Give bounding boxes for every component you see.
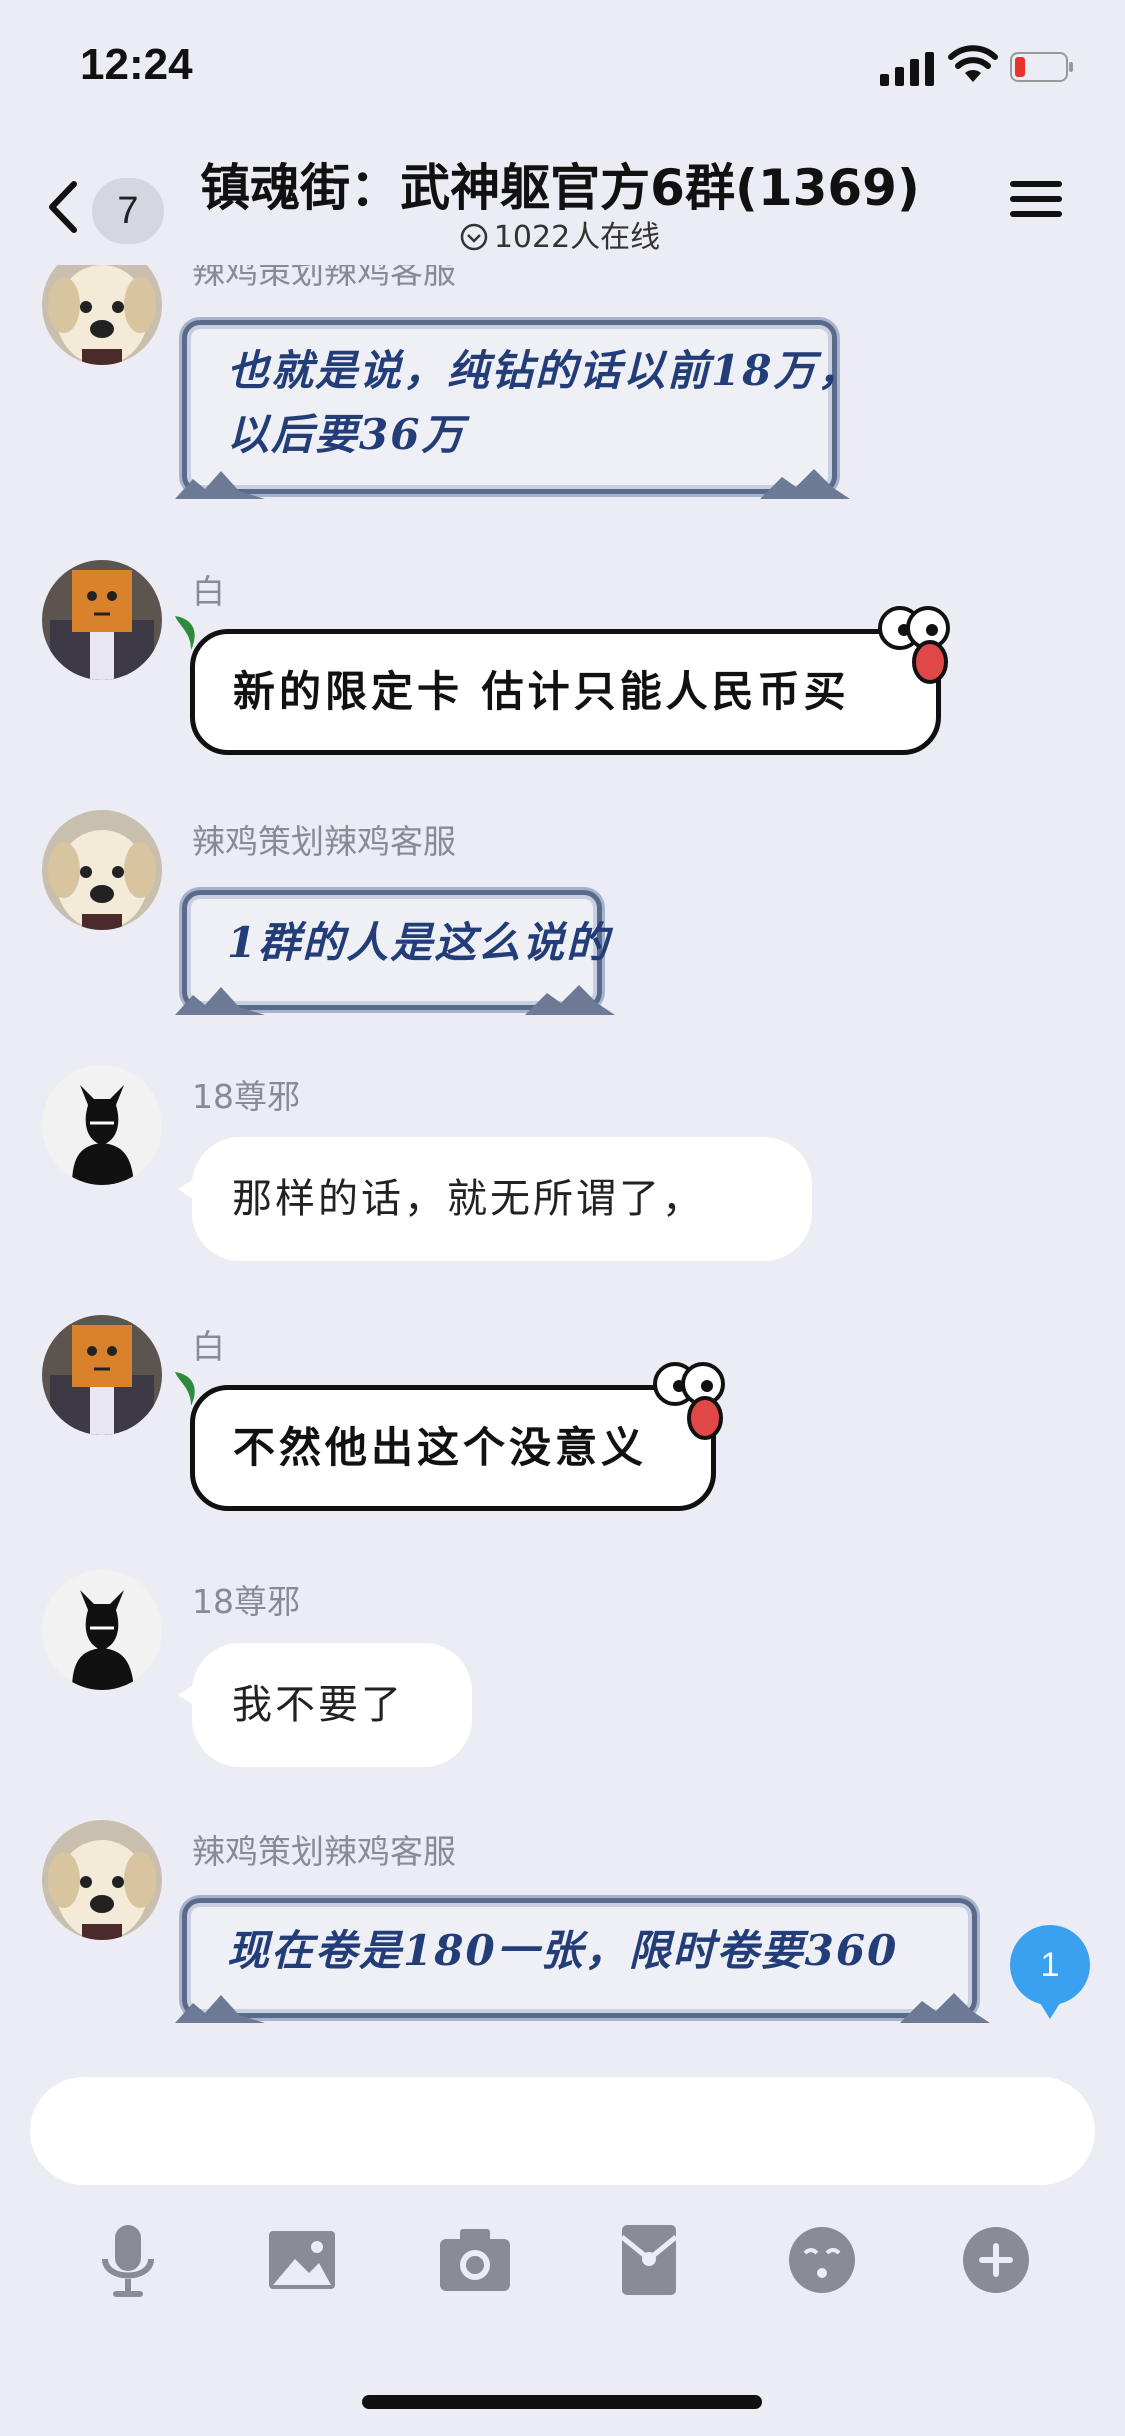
sender-name: 白: [192, 572, 225, 611]
microphone-icon[interactable]: [83, 2215, 173, 2305]
message-text: 那样的话，就无所谓了，: [232, 1176, 705, 1222]
avatar-box-head[interactable]: [42, 560, 162, 680]
wifi-icon: [948, 45, 998, 82]
message-text-line: 也就是说，纯钻的话以前18万，: [227, 346, 862, 395]
sender-name: 18尊邪: [192, 1077, 300, 1116]
sender-name: 辣鸡策划辣鸡客服: [192, 822, 456, 861]
avatar-shadow[interactable]: [42, 1570, 162, 1690]
chat-header: 7 镇魂街：武神躯官方6群(1369) 1022人在线: [0, 140, 1125, 265]
sender-name: 白: [192, 1327, 225, 1366]
shadow-avatar-image: [42, 1570, 162, 1690]
menu-icon-bar: [1010, 211, 1062, 217]
message-text: 不然他出这个没意义: [233, 1423, 648, 1472]
online-count: 1022人在线: [493, 220, 661, 255]
menu-icon-bar: [1010, 181, 1062, 187]
mountain-decoration-icon: [175, 471, 265, 499]
composer: [0, 2055, 1125, 2436]
mountain-decoration-icon: [525, 985, 615, 1015]
message-text: 我不要了: [232, 1682, 404, 1728]
home-indicator[interactable]: [362, 2395, 762, 2409]
avatar-dog[interactable]: [42, 265, 162, 365]
message-bubble[interactable]: 现在卷是180一张，限时卷要360: [175, 1898, 990, 2023]
message-bubble[interactable]: 我不要了: [178, 1643, 472, 1767]
avatar-shadow[interactable]: [42, 1065, 162, 1185]
sender-name: 18尊邪: [192, 1582, 300, 1621]
message-text-line: 以后要36万: [227, 410, 466, 459]
sender-name: 辣鸡策划辣鸡客服: [192, 1832, 456, 1871]
composer-toolbar: [0, 2215, 1125, 2325]
mountain-decoration-icon: [760, 469, 850, 499]
battery-low-icon: [1010, 52, 1073, 82]
avatar-dog[interactable]: [42, 810, 162, 930]
sender-name: 辣鸡策划辣鸡客服: [192, 265, 456, 291]
status-bar: 12:24: [0, 0, 1125, 140]
image-icon[interactable]: [257, 2215, 347, 2305]
message-bubble[interactable]: 不然他出这个没意义: [175, 1362, 725, 1511]
dog-avatar-image: [42, 810, 162, 930]
avatar-dog[interactable]: [42, 1820, 162, 1940]
googly-eyes-decoration-icon: [878, 606, 950, 684]
camera-icon[interactable]: [430, 2215, 520, 2305]
emoji-icon[interactable]: [777, 2215, 867, 2305]
mountain-decoration-icon: [175, 987, 265, 1015]
googly-eyes-decoration-icon: [653, 1362, 725, 1440]
message-bubble[interactable]: 1群的人是这么说的: [175, 890, 615, 1015]
shadow-avatar-image: [42, 1065, 162, 1185]
chat-title[interactable]: 镇魂街：武神躯官方6群(1369): [180, 148, 940, 220]
message-text-line: 1群的人是这么说的: [227, 918, 611, 967]
dog-avatar-image: [42, 265, 162, 365]
new-message-badge[interactable]: 1: [1010, 1925, 1090, 2019]
cellular-signal-icon: [880, 52, 934, 86]
online-status[interactable]: 1022人在线: [180, 212, 940, 256]
message-bubble[interactable]: 那样的话，就无所谓了，: [178, 1137, 812, 1261]
message-bubble[interactable]: 也就是说，纯钻的话以前18万， 以后要36万: [175, 320, 862, 499]
message-text-line: 现在卷是180一张，限时卷要360: [227, 1926, 899, 1975]
leaf-decoration-icon: [175, 1372, 195, 1406]
avatar-box-head[interactable]: [42, 1315, 162, 1435]
box-head-avatar-image: [42, 560, 162, 680]
box-head-avatar-image: [42, 1315, 162, 1435]
status-time: 12:24: [80, 40, 193, 89]
mountain-decoration-icon: [900, 1993, 990, 2023]
red-packet-icon[interactable]: [604, 2215, 694, 2305]
chevron-left-icon[interactable]: [46, 180, 80, 234]
message-input[interactable]: [30, 2077, 1095, 2185]
message-text: 新的限定卡 估计只能人民币买: [233, 667, 850, 716]
back-button[interactable]: 7: [40, 162, 170, 244]
leaf-decoration-icon: [175, 616, 195, 650]
plus-icon[interactable]: [951, 2215, 1041, 2305]
menu-button[interactable]: [1010, 172, 1068, 232]
dog-avatar-image: [42, 1820, 162, 1940]
menu-icon-bar: [1010, 196, 1062, 202]
mountain-decoration-icon: [175, 1995, 265, 2023]
message-list[interactable]: 辣鸡策划辣鸡客服 也就是说，纯钻的话以前18万， 以后要36万 白 新的限定卡 …: [0, 265, 1125, 2055]
chevron-circle-down-icon: [460, 223, 488, 251]
unread-count-badge[interactable]: 7: [92, 178, 164, 244]
message-bubble[interactable]: 新的限定卡 估计只能人民币买: [175, 606, 950, 755]
